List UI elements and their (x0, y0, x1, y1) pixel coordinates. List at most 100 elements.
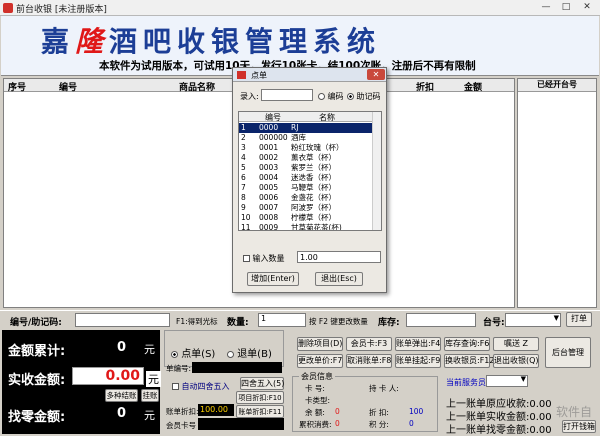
paid-unit: 元 (146, 371, 161, 387)
member-card-button[interactable]: 会员卡:F3 (346, 337, 392, 351)
stock-label: 库存: (378, 318, 400, 328)
auto-round-check[interactable]: 自动四舍五入 (172, 381, 230, 392)
member-card-field[interactable] (198, 418, 284, 430)
col-code: 编号 (59, 83, 78, 93)
close-button[interactable]: ✕ (577, 1, 597, 14)
open-drawer-button[interactable]: 打开钱箱 (562, 420, 596, 433)
last-change: 上一账单找零金额:0.00 (446, 425, 552, 436)
change-label: 找零金额: (8, 410, 66, 425)
switch-cashier-button[interactable]: 换收银员:F12 (444, 354, 494, 368)
hang-account-button[interactable]: 挂账 (141, 389, 159, 402)
dialog-title: 点单 (251, 71, 267, 80)
title-bar: 前台收银 [未注册版本] — □ ✕ (0, 0, 600, 16)
bill-disc-label: 账单折扣: (166, 407, 199, 416)
dialog-icon (237, 71, 246, 79)
card-type-label: 卡类型: (305, 396, 331, 405)
dialog-add-button[interactable]: 增加(Enter) (247, 272, 299, 286)
table-label: 台号: (483, 318, 505, 328)
change-unit: 元 (144, 409, 155, 422)
minimize-button[interactable]: — (536, 1, 556, 14)
points-label: 累积消费: (299, 420, 332, 429)
change-value: 0 (116, 406, 126, 421)
maximize-button[interactable]: □ (556, 1, 576, 14)
open-tables-panel[interactable]: 已经开台号 (517, 78, 597, 308)
product-row[interactable]: 11 0009 甘草菊花茶(杯) (239, 223, 373, 230)
balance-value: 0 (335, 407, 340, 416)
product-list[interactable]: 编号 名称 1 0000 RJ 2 000000 酒库 3 0001 粉红玫瑰（杯） 4 0002 薰… (238, 111, 382, 231)
dialog-input[interactable] (261, 89, 313, 101)
bill-discount-button[interactable]: 账单折扣:F11 (236, 405, 284, 418)
discount-label: 折 扣: (369, 408, 389, 417)
delete-item-button[interactable]: 删除项目(D) (297, 337, 343, 351)
member-card-label: 会员卡号 (166, 421, 196, 430)
bill-no-label: 单编号: (166, 364, 192, 373)
product-list-header: 编号 名称 (239, 112, 373, 122)
round-button[interactable]: 四舍五入(5) (240, 377, 284, 390)
code-input[interactable] (75, 313, 170, 327)
server-label: 当前服务员 (446, 378, 486, 387)
product-row[interactable]: 9 0007 阿波罗（杯） (239, 203, 373, 213)
f1-hint: F1:得到光标 (176, 317, 218, 326)
paid-input[interactable]: 0.00 (72, 367, 144, 385)
exit-cashier-button[interactable]: 退出收银(Q) (493, 354, 539, 368)
dialog-exit-button[interactable]: 退出(Esc) (315, 272, 363, 286)
server-select[interactable]: ▼ (486, 375, 528, 387)
bill-disc-field[interactable]: 100.00 (198, 404, 234, 416)
cancel-bill-button[interactable]: 取消账单:F8 (346, 354, 392, 368)
product-row[interactable]: 4 0002 薰衣草（杯） (239, 153, 373, 163)
product-row[interactable]: 5 0003 紫罗兰（杯） (239, 163, 373, 173)
qty-check[interactable]: 输入数量 (243, 253, 285, 264)
stock-input[interactable] (406, 313, 476, 327)
stock-query-button[interactable]: 库存查询:F6 (444, 337, 490, 351)
product-row[interactable]: 1 0000 RJ (239, 123, 373, 133)
total-label: 金额累计: (8, 344, 66, 359)
radio-return[interactable]: 退单(B) (227, 345, 272, 360)
radio-mnemonic[interactable]: 助记码 (347, 91, 381, 102)
table-select[interactable]: ▼ (505, 313, 561, 327)
qty-input[interactable]: 1 (258, 313, 306, 327)
project-discount-button[interactable]: 项目折扣:F10 (236, 391, 284, 404)
bill-popup-button[interactable]: 账单弹出:F4 (395, 337, 441, 351)
holder-label: 持 卡 人: (369, 384, 399, 393)
discount-value: 100 (409, 407, 424, 416)
order-dialog[interactable]: 点单 ✕ 录入: 编码 助记码 编号 名称 1 0000 RJ 2 000000 酒库 3 0… (232, 67, 387, 293)
score-value: 0 (409, 419, 414, 428)
dialog-close-button[interactable]: ✕ (367, 69, 385, 80)
qty-label: 数量: (227, 318, 249, 328)
score-label: 积 分: (369, 420, 389, 429)
col-discount: 折扣 (416, 83, 435, 93)
code-label: 编号/助记码: (10, 318, 62, 328)
total-unit: 元 (144, 343, 155, 356)
gift-button[interactable]: 嘱送 Z (493, 337, 539, 351)
product-row[interactable]: 10 0008 柠檬草（杯） (239, 213, 373, 223)
paid-label: 实收金额: (8, 373, 66, 388)
product-row[interactable]: 6 0004 迷迭香（杯） (239, 173, 373, 183)
print-button[interactable]: 打单 (566, 312, 592, 327)
dialog-input-label: 录入: (240, 92, 259, 101)
product-row[interactable]: 2 000000 酒库 (239, 133, 373, 143)
total-value: 0 (116, 340, 126, 355)
change-price-button[interactable]: 更改单价:F7 (297, 354, 343, 368)
backend-button[interactable]: 后台管理 (545, 337, 591, 368)
radio-code[interactable]: 编码 (318, 91, 344, 102)
money-panel: 金额累计: 0 元 实收金额: 0.00 元 多种结账 挂账 找零金额: 0 元 (2, 330, 161, 434)
f2-hint: 按 F2 键更改数量 (309, 317, 368, 326)
product-row[interactable]: 7 0005 马鞭草（杯） (239, 183, 373, 193)
product-row[interactable]: 3 0001 粉红玫瑰（杯） (239, 143, 373, 153)
suspend-bill-button[interactable]: 账单挂起:F9 (395, 354, 441, 368)
window-title: 前台收银 [未注册版本] (16, 5, 107, 15)
product-list-scrollbar[interactable] (372, 112, 381, 230)
points-value: 0 (335, 419, 340, 428)
bill-no-field (192, 362, 282, 373)
dialog-qty-input[interactable]: 1.00 (297, 251, 381, 263)
app-icon (3, 3, 13, 13)
member-info-title: 会员信息 (299, 371, 335, 382)
open-tables-header: 已经开台号 (518, 79, 596, 92)
col-seq: 序号 (8, 83, 27, 93)
col-name: 商品名称 (179, 83, 216, 93)
member-info-group: 会员信息 卡 号: 持 卡 人: 卡类型: 余 额: 0 折 扣: 100 累积… (292, 371, 438, 432)
radio-order[interactable]: 点单(S) (171, 345, 215, 360)
product-row[interactable]: 8 0006 金盏花（杯） (239, 193, 373, 203)
multi-pay-button[interactable]: 多种结账 (105, 389, 138, 402)
balance-label: 余 额: (305, 408, 325, 417)
